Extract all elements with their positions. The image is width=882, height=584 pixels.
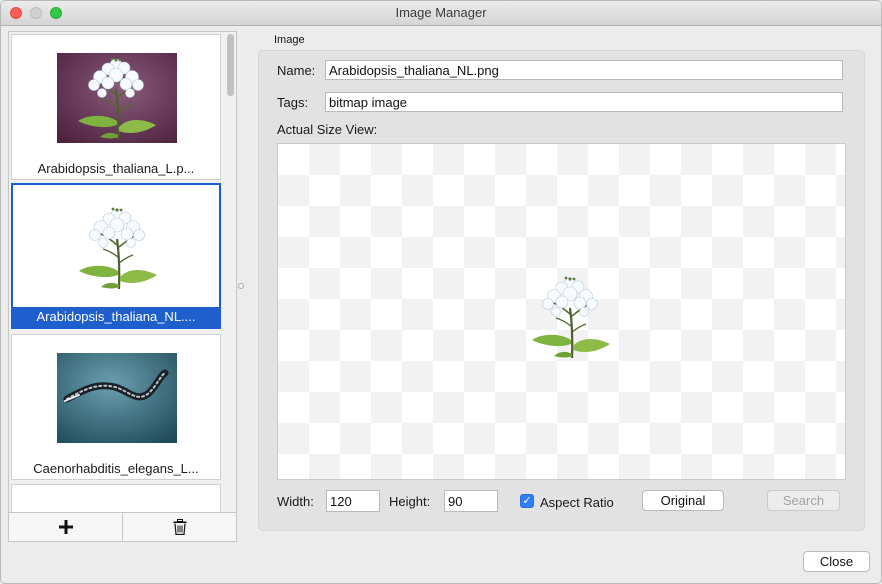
image-list-scrollbar[interactable] [226,34,234,512]
window-close-button[interactable] [10,7,22,19]
name-label: Name: [277,63,316,78]
image-list-item[interactable]: Arabidopsis_thaliana_L.p... [11,34,221,180]
add-image-button[interactable] [9,513,123,541]
window-minimize-button[interactable] [30,7,42,19]
thumbnail-image [77,206,159,291]
image-group-title: Image [274,34,305,46]
tags-input[interactable] [325,92,843,112]
image-list-item-label: Arabidopsis_thaliana_NL.... [13,307,219,327]
image-list[interactable]: Arabidopsis_thaliana_L.p... Arabidopsis_… [9,32,236,514]
aspect-ratio-label: Aspect Ratio [540,495,614,510]
image-list-toolbar [9,512,236,541]
tags-label: Tags: [277,95,309,110]
window-zoom-button[interactable] [50,7,62,19]
height-label: Height: [389,494,431,509]
aspect-ratio-checkbox[interactable]: ✓ [520,494,534,508]
split-pane-divider[interactable] [238,283,244,289]
image-list-item-selected[interactable]: Arabidopsis_thaliana_NL.... [11,183,221,329]
image-list-item[interactable] [11,484,221,514]
trash-icon [173,519,186,535]
close-button[interactable]: Close [803,551,870,572]
height-input[interactable] [444,490,498,512]
delete-image-button[interactable] [123,513,236,541]
image-list-item-label: Caenorhabditis_elegans_L... [33,461,199,476]
window-title: Image Manager [395,5,487,20]
width-label: Width: [277,494,314,509]
plus-icon [58,520,73,534]
width-input[interactable] [326,490,380,512]
thumbnail-image [57,53,177,143]
image-list-item[interactable]: Caenorhabditis_elegans_L... [11,334,221,480]
scrollbar-thumb[interactable] [227,34,234,96]
search-button[interactable]: Search [767,490,840,511]
image-list-panel: Arabidopsis_thaliana_L.p... Arabidopsis_… [8,31,237,542]
image-manager-window: Image Manager Arabidopsis_thaliana_L.p..… [0,0,882,584]
actual-size-preview [277,143,846,480]
actual-size-view-label: Actual Size View: [277,122,378,137]
thumbnail-image [57,353,177,443]
name-input[interactable] [325,60,843,80]
image-list-item-label: Arabidopsis_thaliana_L.p... [37,161,195,176]
preview-image [530,275,612,360]
title-bar: Image Manager [1,1,881,26]
original-size-button[interactable]: Original [642,490,724,511]
